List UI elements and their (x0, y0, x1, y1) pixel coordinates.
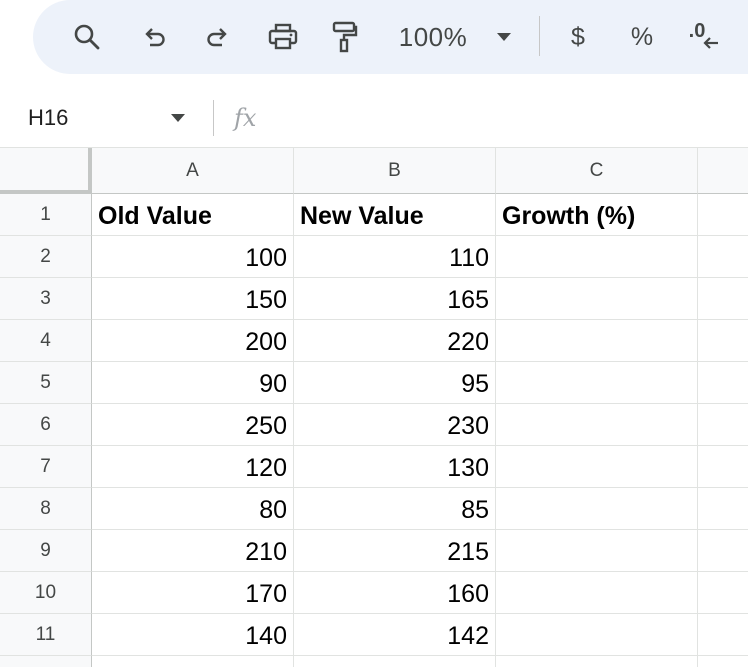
grid-cell[interactable]: Old Value (92, 194, 294, 236)
zoom-select[interactable]: 100% (393, 0, 473, 74)
grid-cell[interactable]: 120 (92, 446, 294, 488)
redo-icon (207, 28, 227, 47)
name-box[interactable]: H16 (28, 88, 68, 148)
grid-cell[interactable] (698, 656, 748, 667)
select-all-corner[interactable] (0, 148, 92, 194)
row-header[interactable]: 4 (0, 320, 92, 362)
grid-cell[interactable] (496, 614, 698, 656)
grid-cell[interactable]: 165 (294, 278, 496, 320)
grid-cell[interactable]: 80 (92, 488, 294, 530)
grid-cell[interactable] (698, 194, 748, 236)
caret-down-icon (171, 114, 185, 122)
row-header[interactable]: 6 (0, 404, 92, 446)
grid-cell[interactable] (496, 572, 698, 614)
grid-cell[interactable]: 215 (294, 530, 496, 572)
column-header[interactable] (698, 148, 748, 194)
decrease-decimal-button[interactable]: .0 (685, 0, 725, 74)
search-menus-button[interactable] (69, 0, 105, 74)
grid-cell[interactable] (698, 446, 748, 488)
grid-cell[interactable]: 200 (92, 320, 294, 362)
grid-cell[interactable] (496, 404, 698, 446)
row-header[interactable]: 7 (0, 446, 92, 488)
row-header[interactable]: 2 (0, 236, 92, 278)
formula-bar-divider (213, 100, 214, 136)
currency-icon: $ (571, 22, 585, 51)
paint-roller-icon (332, 21, 358, 53)
redo-button[interactable] (199, 0, 235, 74)
zoom-value: 100% (398, 21, 468, 52)
row-header[interactable]: 9 (0, 530, 92, 572)
grid-cell[interactable]: 90 (92, 362, 294, 404)
undo-icon (145, 28, 165, 47)
column-header[interactable]: B (294, 148, 496, 194)
row-header[interactable]: 8 (0, 488, 92, 530)
percent-icon: % (630, 22, 654, 51)
grid-cell[interactable]: 130 (294, 446, 496, 488)
grid-cell[interactable]: 110 (294, 236, 496, 278)
grid-cell[interactable]: 250 (92, 404, 294, 446)
fx-icon: fx (234, 104, 257, 132)
grid-cell[interactable]: Growth (%) (496, 194, 698, 236)
grid-cell[interactable] (496, 278, 698, 320)
row-header[interactable]: 3 (0, 278, 92, 320)
row-header[interactable]: 1 (0, 194, 92, 236)
grid-cell[interactable]: 142 (294, 614, 496, 656)
name-box-dropdown[interactable] (170, 88, 186, 148)
grid-cell[interactable] (698, 614, 748, 656)
grid-cell[interactable] (496, 656, 698, 667)
print-icon (268, 23, 298, 50)
paint-format-button[interactable] (327, 0, 363, 74)
undo-button[interactable] (137, 0, 173, 74)
grid-cell[interactable] (496, 488, 698, 530)
grid-cell[interactable]: 140 (92, 614, 294, 656)
grid-cell[interactable] (698, 530, 748, 572)
toolbar-area: 100% $ % .0 (0, 0, 748, 88)
formula-input[interactable] (280, 88, 740, 148)
grid-cell[interactable] (496, 236, 698, 278)
grid-cell[interactable] (496, 362, 698, 404)
grid-cell[interactable] (496, 320, 698, 362)
grid-cell[interactable] (496, 530, 698, 572)
zoom-dropdown-button[interactable] (489, 0, 519, 74)
grid-cell[interactable]: 170 (92, 572, 294, 614)
grid-cell[interactable] (698, 278, 748, 320)
grid-cell[interactable] (294, 656, 496, 667)
grid-cell[interactable]: 160 (294, 572, 496, 614)
row-header[interactable]: 5 (0, 362, 92, 404)
grid-cell[interactable]: 95 (294, 362, 496, 404)
grid-cell[interactable] (92, 656, 294, 667)
toolbar-divider (539, 16, 540, 56)
toolbar: 100% $ % .0 (33, 0, 748, 74)
row-header[interactable]: 10 (0, 572, 92, 614)
grid-cell[interactable] (698, 488, 748, 530)
grid-cell[interactable]: 100 (92, 236, 294, 278)
grid-cell[interactable]: 210 (92, 530, 294, 572)
row-header[interactable]: 11 (0, 614, 92, 656)
grid-cell[interactable]: New Value (294, 194, 496, 236)
row-header[interactable] (0, 656, 92, 667)
grid-cell[interactable] (698, 236, 748, 278)
grid-cell[interactable]: 230 (294, 404, 496, 446)
arrow-left-icon (703, 37, 719, 49)
search-icon (74, 24, 100, 50)
grid-cell[interactable]: 220 (294, 320, 496, 362)
formula-bar: H16 fx (0, 88, 748, 148)
currency-format-button[interactable]: $ (561, 0, 595, 74)
print-button[interactable] (263, 0, 303, 74)
percent-format-button[interactable]: % (625, 0, 659, 74)
grid-cell[interactable] (698, 404, 748, 446)
grid-cell[interactable] (698, 320, 748, 362)
column-header[interactable]: C (496, 148, 698, 194)
grid-cell[interactable]: 150 (92, 278, 294, 320)
grid-cell[interactable] (698, 362, 748, 404)
grid-cell[interactable]: 85 (294, 488, 496, 530)
caret-down-icon (497, 33, 511, 41)
spreadsheet-grid: A B C 1 Old Value New Value Growth (%) 2 100 110 3… (0, 148, 748, 667)
column-header[interactable]: A (92, 148, 294, 194)
grid-cell[interactable] (698, 572, 748, 614)
grid-cell[interactable] (496, 446, 698, 488)
